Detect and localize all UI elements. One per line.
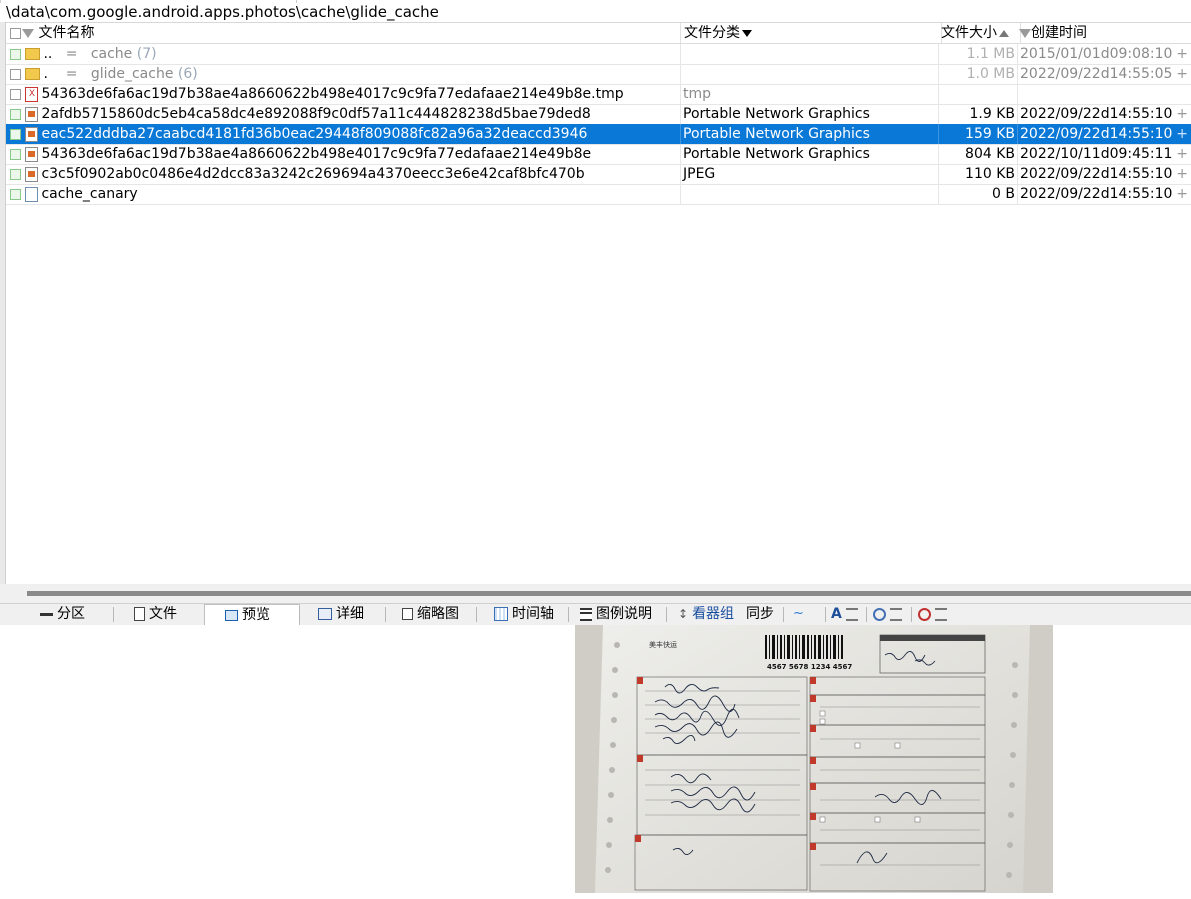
partition-icon <box>40 612 53 616</box>
filter-icon[interactable] <box>22 28 34 38</box>
binoculars-icon: A <box>831 606 842 622</box>
sort-desc-icon <box>742 29 752 37</box>
folder-icon <box>25 48 41 60</box>
column-header-type[interactable]: 文件分类 <box>681 23 942 43</box>
preview-icon <box>225 609 238 621</box>
select-all-checkbox[interactable] <box>10 27 21 39</box>
tab-thumbnails[interactable]: 缩略图 <box>402 604 459 624</box>
path-text: \data\com.google.android.apps.photos\cac… <box>6 3 439 21</box>
tab-file[interactable]: 文件 <box>134 604 177 624</box>
bottom-tab-bar: 分区 文件 预览 详细 缩略图 时间轴 图例说明 ↕ 看器组 同步 ~ A <box>0 603 1191 626</box>
target-tool-button[interactable] <box>918 604 951 624</box>
crosshair-icon <box>918 607 931 621</box>
table-row[interactable]: 2afdb5715860dc5eb4ca58dc4e892088f9c0df57… <box>6 104 1191 125</box>
tab-details[interactable]: 详细 <box>318 604 364 624</box>
file-icon <box>134 607 145 621</box>
table-row[interactable]: . = glide_cache (6) 1.0 MB 2022/09/22d14… <box>6 64 1191 85</box>
row-checkbox[interactable] <box>10 168 21 180</box>
table-row[interactable]: X 54363de6fa6ac19d7b38ae4a8660622b498e401… <box>6 84 1191 105</box>
row-checkbox[interactable] <box>10 128 21 140</box>
image-file-icon <box>25 146 39 162</box>
table-row[interactable]: c3c5f0902ab0c0486e4d2dcc83a3242c269694a4… <box>6 164 1191 185</box>
column-header-size[interactable]: 文件大小 <box>938 23 1021 43</box>
zoom-tool-button[interactable] <box>873 604 906 624</box>
table-row[interactable]: .. = cache (7) 1.1 MB 2015/01/01d09:08:1… <box>6 44 1191 65</box>
wave-icon: ~ <box>793 606 804 621</box>
updown-arrow-icon: ↕ <box>678 607 689 621</box>
list-icon <box>580 607 592 621</box>
waybill-brand: 美丰快运 <box>649 640 677 649</box>
file-list-header: 文件名称 文件分类 文件大小 创建时间 <box>6 23 1191 44</box>
waybill-photo: 美丰快运 4567 5678 1234 4567 <box>575 625 1053 893</box>
graph-tool-button[interactable]: ~ <box>793 604 808 624</box>
horizontal-scrollbar[interactable] <box>27 591 1191 596</box>
row-checkbox[interactable] <box>10 108 21 120</box>
tab-sync[interactable]: 同步 <box>746 604 774 624</box>
table-row[interactable]: 54363de6fa6ac19d7b38ae4a8660622b498e4017… <box>6 144 1191 165</box>
image-file-icon <box>25 126 39 142</box>
tab-preview[interactable]: 预览 <box>204 604 300 625</box>
image-file-icon <box>25 106 39 122</box>
calendar-icon <box>494 607 508 621</box>
waybill-number: 4567 5678 1234 4567 <box>767 663 852 671</box>
row-checkbox[interactable] <box>10 48 21 60</box>
row-checkbox[interactable] <box>10 68 21 80</box>
tab-viewer-group[interactable]: ↕ 看器组 <box>678 604 734 624</box>
tab-timeline[interactable]: 时间轴 <box>494 604 554 624</box>
filter-icon[interactable] <box>1019 28 1031 38</box>
table-row[interactable]: cache_canary 0 B 2022/09/22d14:55:10 + <box>6 184 1191 205</box>
sort-asc-icon <box>999 29 1009 37</box>
broken-file-icon: X <box>25 86 39 102</box>
thumbnail-icon <box>402 608 413 620</box>
preview-image: 美丰快运 4567 5678 1234 4567 <box>575 625 1053 893</box>
tab-legend[interactable]: 图例说明 <box>580 604 652 624</box>
path-bar: \data\com.google.android.apps.photos\cac… <box>0 0 1191 23</box>
row-checkbox[interactable] <box>10 148 21 160</box>
zoom-icon <box>873 607 886 621</box>
image-file-icon <box>25 166 39 182</box>
column-header-created[interactable]: 创建时间 <box>1018 23 1191 43</box>
row-checkbox[interactable] <box>10 88 21 100</box>
details-icon <box>318 608 332 620</box>
table-row-selected[interactable]: eac522dddba27caabcd4181fd36b0eac29448f80… <box>6 124 1191 145</box>
document-icon <box>25 186 39 202</box>
search-tool-button[interactable]: A <box>831 604 862 624</box>
folder-icon <box>25 68 41 80</box>
tab-partition[interactable]: 分区 <box>40 604 85 624</box>
column-header-name[interactable]: 文件名称 <box>6 23 681 43</box>
row-checkbox[interactable] <box>10 188 21 200</box>
